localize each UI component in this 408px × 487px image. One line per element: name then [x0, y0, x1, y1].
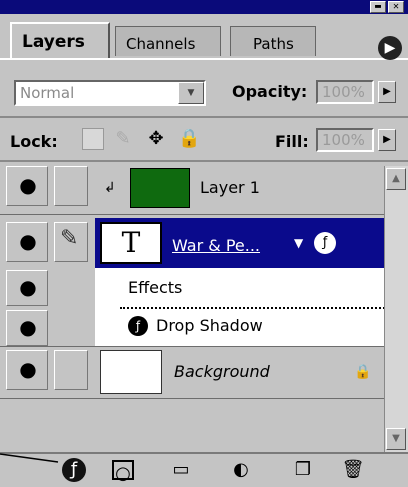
- link-cell[interactable]: [54, 350, 88, 390]
- fx-icon[interactable]: ƒ: [314, 232, 336, 254]
- close-button[interactable]: ✕: [388, 1, 404, 13]
- text-layer-thumbnail[interactable]: T: [100, 222, 162, 264]
- lock-all-icon[interactable]: 🔒: [178, 128, 200, 150]
- layer-thumbnail[interactable]: [130, 168, 190, 208]
- tab-channels[interactable]: Channels: [115, 26, 221, 56]
- opacity-field[interactable]: 100%: [316, 80, 374, 104]
- lock-label: Lock:: [10, 132, 58, 151]
- dotted-divider: [120, 307, 392, 309]
- tab-layers[interactable]: Layers: [10, 22, 110, 58]
- trash-icon[interactable]: 🗑: [340, 458, 366, 482]
- minimize-button[interactable]: ▬: [370, 1, 386, 13]
- layer-name[interactable]: Background: [174, 362, 270, 381]
- scrollbar[interactable]: [384, 166, 408, 452]
- effects-label[interactable]: Effects: [128, 278, 182, 297]
- link-cell[interactable]: [54, 166, 88, 206]
- tab-divider: [0, 58, 408, 60]
- effect-drop-shadow[interactable]: Drop Shadow: [156, 316, 263, 335]
- lock-transparency-icon[interactable]: [82, 128, 104, 150]
- brush-icon: ✎: [60, 226, 79, 251]
- blend-mode-dropdown-icon[interactable]: ▼: [178, 82, 204, 104]
- row-divider: [0, 346, 392, 347]
- new-group-icon[interactable]: ▭: [168, 458, 194, 482]
- eye-icon[interactable]: ●: [14, 274, 42, 302]
- divider: [0, 116, 408, 118]
- layer-name[interactable]: Layer 1: [200, 178, 260, 197]
- panel-menu-icon[interactable]: ▶: [378, 36, 402, 60]
- background-thumbnail[interactable]: [100, 350, 162, 394]
- add-layer-style-icon[interactable]: ƒ: [62, 458, 86, 482]
- scroll-down-icon[interactable]: ▼: [386, 428, 406, 450]
- eye-icon[interactable]: ●: [14, 356, 42, 384]
- fill-arrow-icon[interactable]: ▶: [378, 129, 396, 151]
- clipping-arrow-icon: ↲: [104, 180, 116, 196]
- fx-icon: ƒ: [128, 316, 148, 336]
- lock-icon: 🔒: [354, 364, 372, 380]
- fill-label: Fill:: [275, 132, 309, 151]
- add-mask-icon[interactable]: ○: [112, 460, 134, 484]
- opacity-arrow-icon[interactable]: ▶: [378, 81, 396, 103]
- adjustment-layer-icon[interactable]: ◐: [228, 458, 254, 482]
- scroll-up-icon[interactable]: ▲: [386, 168, 406, 190]
- lock-brush-icon[interactable]: ✎: [112, 128, 134, 150]
- row-divider: [0, 214, 392, 215]
- eye-icon[interactable]: ●: [14, 228, 42, 256]
- new-layer-icon[interactable]: ❐: [290, 458, 316, 482]
- eye-icon[interactable]: ●: [14, 314, 42, 342]
- lock-move-icon[interactable]: ✥: [145, 128, 167, 150]
- fill-field[interactable]: 100%: [316, 128, 374, 152]
- opacity-label: Opacity:: [232, 82, 308, 101]
- annotation-pointer: [0, 453, 59, 463]
- tab-paths[interactable]: Paths: [230, 26, 316, 56]
- eye-icon[interactable]: ●: [14, 172, 42, 200]
- panel-title-bar[interactable]: [0, 0, 408, 14]
- layer-name[interactable]: War & Pe...: [172, 236, 260, 255]
- effects-expand-icon[interactable]: ▼: [294, 236, 303, 250]
- row-divider: [0, 398, 392, 399]
